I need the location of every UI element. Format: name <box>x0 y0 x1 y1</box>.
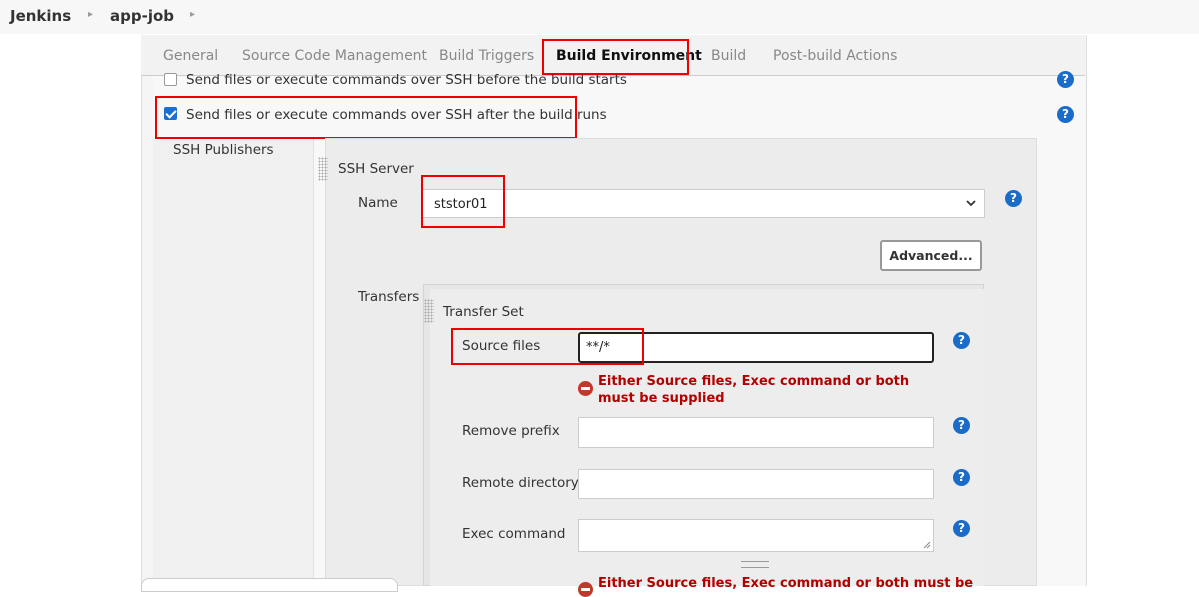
name-label: Name <box>358 195 398 211</box>
transfer-set-title: Transfer Set <box>443 304 524 320</box>
help-icon[interactable]: ? <box>953 417 970 434</box>
exec-command-textarea[interactable] <box>578 519 934 552</box>
chevron-down-icon <box>966 200 976 207</box>
remove-prefix-input[interactable] <box>578 417 934 448</box>
breadcrumb-dropdown-icon[interactable]: ▸ <box>190 9 195 20</box>
transfers-label: Transfers <box>358 289 420 305</box>
breadcrumb-separator-icon: ▸ <box>88 9 94 20</box>
help-icon[interactable]: ? <box>953 520 970 537</box>
ssh-before-label: Send files or execute commands over SSH … <box>186 72 627 88</box>
server-name-select[interactable]: ststor01 <box>421 189 985 218</box>
textarea-expand-grip[interactable] <box>741 561 769 568</box>
server-name-value: ststor01 <box>434 197 488 212</box>
config-tabbar: General Source Code Management Build Tri… <box>141 35 1085 76</box>
ssh-server-title: SSH Server <box>338 161 414 177</box>
remote-directory-input[interactable] <box>578 469 934 499</box>
source-files-input[interactable]: **/* <box>578 332 934 363</box>
help-icon[interactable]: ? <box>953 469 970 486</box>
ssh-publishers-label: SSH Publishers <box>173 142 274 158</box>
exec-command-label: Exec command <box>462 526 566 542</box>
breadcrumb-jenkins[interactable]: Jenkins <box>10 7 71 25</box>
ssh-before-checkbox[interactable] <box>164 73 177 86</box>
resize-handle-icon[interactable] <box>923 541 931 549</box>
remove-prefix-label: Remove prefix <box>462 423 560 439</box>
tab-source-code-management[interactable]: Source Code Management <box>242 48 427 64</box>
remote-directory-label: Remote directory <box>462 475 579 491</box>
tab-build[interactable]: Build <box>711 48 746 64</box>
tab-post-build-actions[interactable]: Post-build Actions <box>773 48 897 64</box>
section-label-column <box>153 138 314 586</box>
help-icon[interactable]: ? <box>953 332 970 349</box>
error-icon <box>578 582 593 597</box>
drag-handle-icon[interactable] <box>318 157 328 181</box>
help-icon[interactable]: ? <box>1057 106 1074 123</box>
tab-build-triggers[interactable]: Build Triggers <box>439 48 534 64</box>
help-icon[interactable]: ? <box>1057 71 1074 88</box>
source-files-error: Either Source files, Exec command or bot… <box>598 374 910 406</box>
ssh-after-label: Send files or execute commands over SSH … <box>186 107 607 123</box>
error-icon <box>578 381 593 396</box>
advanced-button[interactable]: Advanced... <box>880 240 982 271</box>
source-files-label: Source files <box>462 338 541 354</box>
ssh-after-checkbox[interactable] <box>164 107 177 120</box>
bottom-panel-tab[interactable] <box>141 578 398 592</box>
tab-build-environment[interactable]: Build Environment <box>556 48 702 64</box>
drag-handle-icon[interactable] <box>424 299 434 323</box>
tab-general[interactable]: General <box>163 48 218 64</box>
exec-command-error: Either Source files, Exec command or bot… <box>598 576 974 591</box>
breadcrumb-app-job[interactable]: app-job <box>110 7 174 25</box>
breadcrumb: Jenkins ▸ app-job ▸ <box>0 0 1199 34</box>
help-icon[interactable]: ? <box>1005 190 1022 207</box>
source-files-value: **/* <box>586 340 610 355</box>
